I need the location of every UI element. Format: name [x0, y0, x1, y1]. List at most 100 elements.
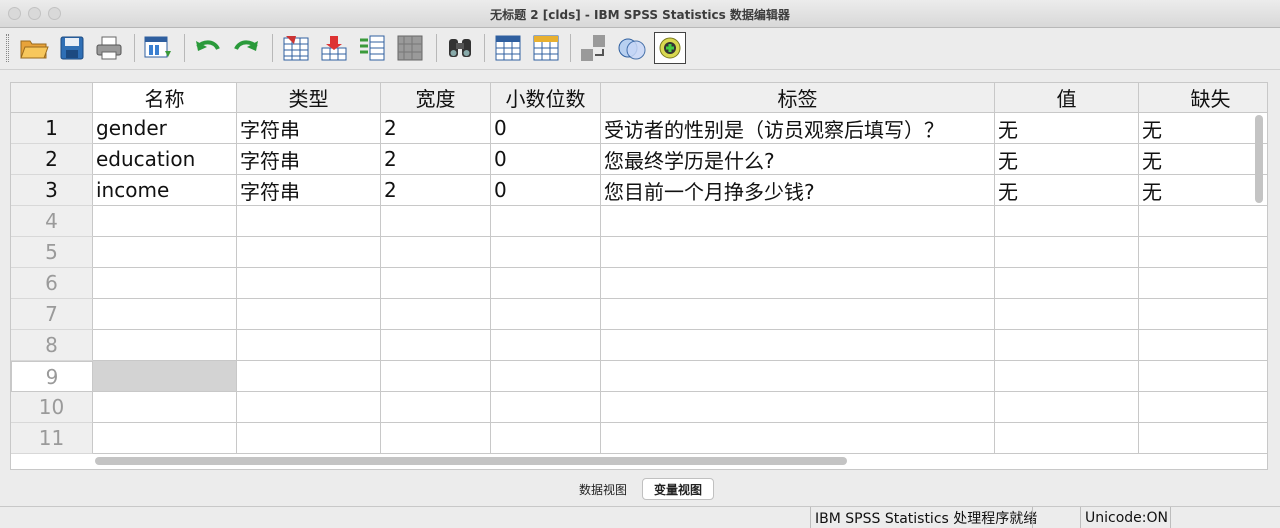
empty-cell[interactable]: [491, 330, 601, 361]
empty-cell[interactable]: [93, 237, 237, 268]
cell-missing[interactable]: 无: [1139, 144, 1267, 175]
column-header-values[interactable]: 值: [995, 83, 1139, 113]
insert-cases-icon[interactable]: [492, 32, 524, 64]
empty-cell[interactable]: [601, 268, 995, 299]
variable-grid[interactable]: 名称 类型 宽度 小数位数 标签 值 缺失 1 gender 字符串 2 0 受…: [10, 82, 1268, 470]
cell-values[interactable]: 无: [995, 175, 1139, 206]
empty-cell[interactable]: [1139, 392, 1267, 423]
empty-cell[interactable]: [381, 361, 491, 392]
empty-cell[interactable]: [995, 423, 1139, 454]
empty-cell[interactable]: [491, 206, 601, 237]
cell-width[interactable]: 2: [381, 175, 491, 206]
row-header-7[interactable]: 7: [11, 299, 93, 330]
empty-cell[interactable]: [995, 206, 1139, 237]
empty-cell[interactable]: [237, 392, 381, 423]
empty-cell[interactable]: [491, 299, 601, 330]
empty-cell[interactable]: [995, 392, 1139, 423]
cell-missing[interactable]: 无: [1139, 175, 1267, 206]
empty-cell[interactable]: [237, 361, 381, 392]
empty-cell[interactable]: [1139, 299, 1267, 330]
goto-case-icon[interactable]: [280, 32, 312, 64]
cell-type[interactable]: 字符串: [237, 175, 381, 206]
toolbar-grip[interactable]: [6, 34, 9, 62]
corner-cell[interactable]: [11, 83, 93, 113]
empty-cell[interactable]: [93, 299, 237, 330]
split-file-icon[interactable]: [578, 32, 610, 64]
empty-cell[interactable]: [601, 392, 995, 423]
goto-variable-icon[interactable]: [318, 32, 350, 64]
cell-type[interactable]: 字符串: [237, 144, 381, 175]
row-header-11[interactable]: 11: [11, 423, 93, 454]
insert-variable-icon[interactable]: [530, 32, 562, 64]
empty-cell[interactable]: [601, 330, 995, 361]
empty-cell[interactable]: [381, 268, 491, 299]
cell-label[interactable]: 您目前一个月挣多少钱?: [601, 175, 995, 206]
empty-cell[interactable]: [995, 330, 1139, 361]
empty-cell[interactable]: [237, 268, 381, 299]
cell-values[interactable]: 无: [995, 144, 1139, 175]
variables-icon[interactable]: [356, 32, 388, 64]
cell-width[interactable]: 2: [381, 113, 491, 144]
empty-cell[interactable]: [1139, 361, 1267, 392]
cell-name[interactable]: gender: [93, 113, 237, 144]
empty-cell[interactable]: [381, 392, 491, 423]
vertical-scrollbar[interactable]: [1255, 115, 1263, 203]
empty-cell[interactable]: [93, 330, 237, 361]
open-folder-icon[interactable]: [18, 32, 50, 64]
column-header-decimals[interactable]: 小数位数: [491, 83, 601, 113]
cell-label[interactable]: 受访者的性别是（访员观察后填写）？: [601, 113, 995, 144]
column-header-missing[interactable]: 缺失: [1139, 83, 1267, 113]
row-header-5[interactable]: 5: [11, 237, 93, 268]
empty-cell[interactable]: [601, 361, 995, 392]
cell-values[interactable]: 无: [995, 113, 1139, 144]
weight-cases-icon[interactable]: [616, 32, 648, 64]
run-descriptives-icon[interactable]: [394, 32, 426, 64]
empty-cell[interactable]: [237, 206, 381, 237]
empty-cell[interactable]: [237, 299, 381, 330]
empty-cell[interactable]: [93, 206, 237, 237]
cell-missing[interactable]: 无: [1139, 113, 1267, 144]
empty-cell[interactable]: [995, 268, 1139, 299]
cell-width[interactable]: 2: [381, 144, 491, 175]
row-header-8[interactable]: 8: [11, 330, 93, 361]
empty-cell[interactable]: [995, 299, 1139, 330]
empty-cell[interactable]: [237, 330, 381, 361]
row-header-3[interactable]: 3: [11, 175, 93, 206]
save-icon[interactable]: [56, 32, 88, 64]
cell-name[interactable]: income: [93, 175, 237, 206]
cell-label[interactable]: 您最终学历是什么?: [601, 144, 995, 175]
empty-cell[interactable]: [381, 423, 491, 454]
empty-cell[interactable]: [601, 206, 995, 237]
print-icon[interactable]: [93, 32, 125, 64]
empty-cell[interactable]: [237, 423, 381, 454]
row-header-2[interactable]: 2: [11, 144, 93, 175]
empty-cell[interactable]: [491, 392, 601, 423]
dialog-recall-icon[interactable]: [142, 32, 174, 64]
row-header-4[interactable]: 4: [11, 206, 93, 237]
row-header-6[interactable]: 6: [11, 268, 93, 299]
empty-cell[interactable]: [1139, 423, 1267, 454]
select-cases-icon[interactable]: [654, 32, 686, 64]
empty-cell[interactable]: [491, 268, 601, 299]
cell-name[interactable]: education: [93, 144, 237, 175]
empty-cell[interactable]: [995, 361, 1139, 392]
empty-cell[interactable]: [1139, 330, 1267, 361]
empty-cell[interactable]: [491, 237, 601, 268]
horizontal-scrollbar[interactable]: [95, 457, 847, 465]
row-header-1[interactable]: 1: [11, 113, 93, 144]
row-header-10[interactable]: 10: [11, 392, 93, 423]
empty-cell[interactable]: [93, 423, 237, 454]
empty-cell[interactable]: [381, 299, 491, 330]
empty-cell[interactable]: [995, 237, 1139, 268]
empty-cell[interactable]: [93, 392, 237, 423]
column-header-label[interactable]: 标签: [601, 83, 995, 113]
find-icon[interactable]: [444, 32, 476, 64]
empty-cell[interactable]: [381, 206, 491, 237]
empty-cell[interactable]: [93, 361, 237, 392]
cell-decimals[interactable]: 0: [491, 175, 601, 206]
empty-cell[interactable]: [491, 423, 601, 454]
column-header-type[interactable]: 类型: [237, 83, 381, 113]
tab-variable-view[interactable]: 变量视图: [642, 478, 714, 500]
row-header-9[interactable]: 9: [11, 361, 93, 392]
empty-cell[interactable]: [1139, 206, 1267, 237]
